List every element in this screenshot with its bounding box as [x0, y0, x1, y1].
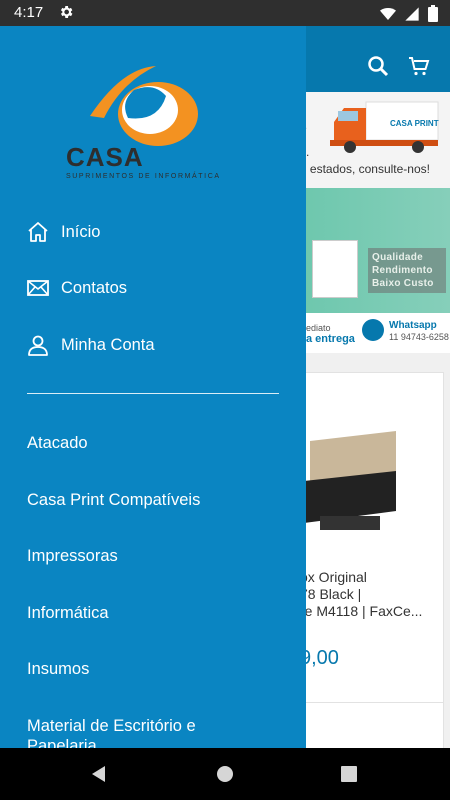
home-button-icon[interactable] [213, 762, 237, 786]
category-label: Impressoras [27, 547, 118, 565]
svg-text:CASA: CASA [66, 142, 144, 172]
gear-icon [60, 6, 73, 18]
quality-text: Qualidade Rendimento Baixo Custo [368, 248, 446, 293]
category-label: Atacado [27, 434, 88, 452]
category-label: Papelaria [27, 737, 97, 748]
svg-text:CASA PRINT: CASA PRINT [390, 119, 439, 128]
category-label: Material de Escritório e [27, 717, 196, 735]
whatsapp-icon[interactable] [362, 319, 384, 341]
drawer-item-contatos[interactable]: Contatos [0, 260, 306, 316]
system-nav-bar [0, 748, 450, 800]
svg-text:SUPRIMENTOS DE INFORMÁTICA: SUPRIMENTOS DE INFORMÁTICA [66, 171, 221, 180]
battery-icon [428, 5, 438, 22]
mail-icon [27, 280, 49, 296]
recents-icon[interactable] [337, 762, 361, 786]
toner-product-image [304, 431, 396, 530]
drawer-item-inicio[interactable]: Início [0, 204, 306, 260]
back-icon[interactable] [87, 762, 111, 786]
navigation-drawer: CASA SUPRIMENTOS DE INFORMÁTICA Início C… [0, 26, 306, 748]
status-bar: 4:17 [0, 0, 450, 26]
category-label: Informática [27, 604, 109, 622]
signal-icon [405, 6, 419, 21]
category-item-impressoras[interactable]: Impressoras [0, 531, 306, 587]
drawer-item-label: Início [61, 222, 101, 241]
category-item-casa-print-compativeis[interactable]: Casa Print Compatíveis [0, 475, 306, 531]
status-time: 4:17 [14, 4, 44, 21]
banner-consult-text: ou estados, consulte-nos! [293, 162, 430, 176]
category-item-informatica[interactable]: Informática [0, 588, 306, 644]
casa-print-logo: CASA SUPRIMENTOS DE INFORMÁTICA [66, 66, 221, 180]
category-label: Casa Print Compatíveis [27, 491, 201, 509]
cart-icon[interactable] [407, 54, 431, 78]
search-icon[interactable] [366, 54, 390, 78]
category-label: Insumos [27, 660, 90, 678]
category-item-atacado[interactable]: Atacado [0, 418, 306, 474]
drawer-item-label: Contatos [61, 278, 128, 297]
truck-image: CASA PRINT [330, 101, 439, 153]
drawer-divider [27, 393, 279, 394]
category-item-material-escritorio[interactable]: Material de Escritório e Papelaria [0, 701, 306, 748]
person-icon [28, 335, 48, 356]
drawer-item-label: Minha Conta [61, 335, 155, 354]
product-title: ox Original 78 Black | re M4118 | FaxCe.… [300, 569, 423, 619]
category-item-insumos[interactable]: Insumos [0, 644, 306, 700]
drawer-item-minha-conta[interactable]: Minha Conta [0, 317, 306, 373]
home-icon [28, 222, 48, 242]
wifi-icon [380, 7, 396, 20]
product-box-image [312, 240, 358, 298]
